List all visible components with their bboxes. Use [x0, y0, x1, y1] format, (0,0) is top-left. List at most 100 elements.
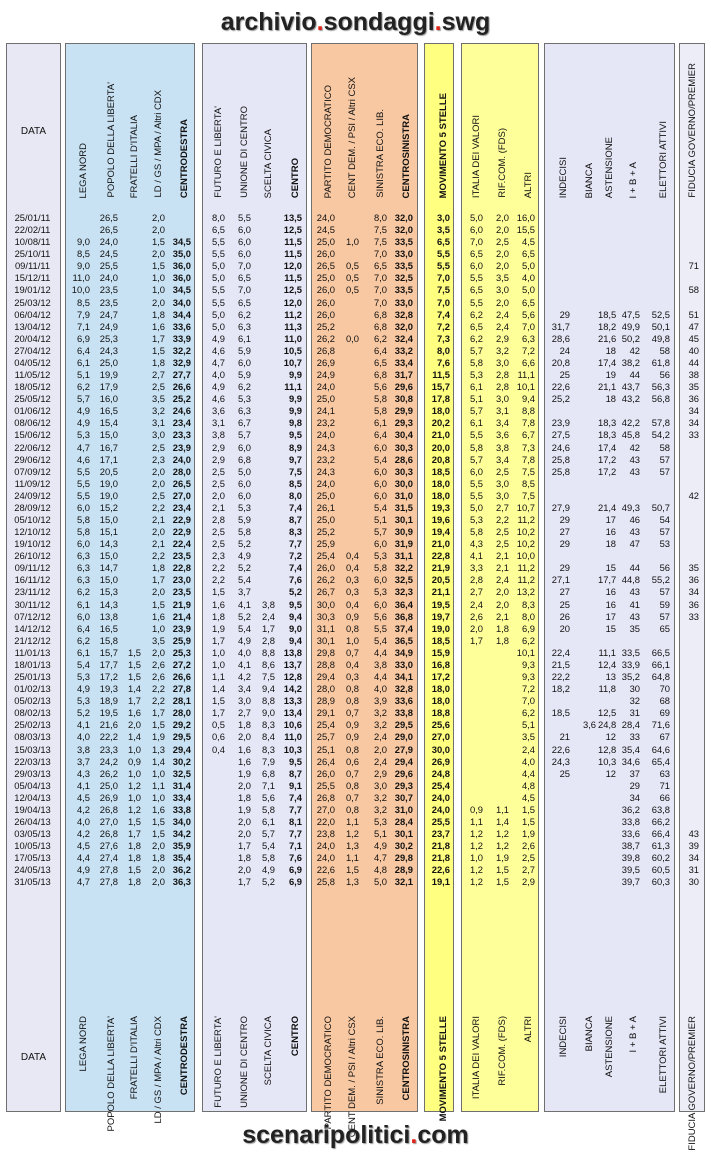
value-cell: 5,4	[237, 574, 251, 586]
column-label: ELETTORI ATTIVI	[658, 1016, 669, 1094]
value-cell: 5,5	[211, 284, 225, 296]
value-cell: 71,6	[651, 719, 670, 731]
value-cell: 24,0	[99, 236, 118, 248]
value-cell	[120, 369, 141, 381]
value-cell: 33,9	[172, 332, 191, 344]
value-cell: 8,0	[211, 212, 225, 223]
value-cell: 4,0	[373, 683, 387, 695]
date-cell: 05/10/12	[14, 514, 51, 525]
value-cell: 17	[605, 610, 616, 622]
value-cell: 38,7	[621, 840, 640, 852]
date-cell: 03/05/13	[14, 828, 51, 840]
value-cell: 6,5	[469, 320, 483, 332]
value-cell: 26,5	[99, 224, 118, 236]
value-cell: 1,2	[495, 840, 509, 852]
value-cell: 5,9	[237, 369, 251, 381]
value-cell: 4,8	[521, 779, 535, 791]
value-cell: 34,0	[172, 296, 191, 308]
column-label: CENTROSINISTRA	[401, 113, 412, 198]
value-cell	[572, 731, 596, 743]
value-cell	[120, 321, 141, 333]
value-cell: 5,5	[211, 236, 225, 248]
value-cell: 9,9	[288, 405, 302, 417]
value-cell: 6,7	[237, 417, 251, 429]
value-cell: 6,4	[76, 344, 90, 356]
value-cell: 5,7	[261, 828, 275, 840]
date-cell: 01/02/13	[14, 683, 51, 695]
value-cell: 7,7	[288, 828, 302, 840]
value-cell: 1,0	[211, 646, 225, 658]
value-cell: 6,2	[469, 332, 483, 344]
value-cell: 0,5	[211, 719, 225, 731]
value-cell: 5,3	[237, 393, 251, 405]
value-cell: 11,1	[598, 646, 616, 658]
value-cell: 9,9	[288, 393, 302, 405]
value-cell: 18	[605, 393, 616, 405]
value-cell	[544, 260, 570, 272]
value-cell	[253, 574, 275, 586]
value-cell: 0,3	[345, 574, 359, 586]
value-cell: 2,0	[151, 526, 165, 538]
table-row: 08/03/13 4,0 22,2 1,4 1,9 29,5 0,6 2,0 8,4 11,0 25…	[6, 731, 705, 743]
value-cell	[598, 284, 616, 296]
value-cell	[618, 248, 640, 260]
header-ast: INDECISI BIANCA ASTENSIONE I + B + A ELETTOR…	[545, 44, 674, 202]
value-cell	[544, 792, 570, 804]
value-cell: 32,2	[172, 344, 191, 356]
value-cell	[253, 466, 275, 478]
value-cell: 42,2	[621, 417, 640, 429]
value-cell: 19,4	[431, 526, 450, 538]
date-cell: 14/12/12	[14, 622, 51, 634]
table-row: 05/04/13 4,1 25,0 1,2 1,1 31,4 2,0 7,1 9,1 25,5 0,…	[6, 780, 705, 792]
value-cell	[485, 707, 509, 719]
value-cell: 1,3	[345, 876, 359, 888]
value-cell: 2,6	[151, 658, 165, 670]
value-cell: 4,9	[211, 332, 225, 344]
date-cell: 05/02/13	[14, 695, 51, 707]
value-cell	[120, 550, 141, 562]
value-cell: 30	[688, 876, 699, 888]
value-cell	[337, 442, 359, 454]
date-cell: 18/05/12	[14, 381, 51, 393]
value-cell: 28,6	[394, 453, 413, 465]
value-cell: 32,0	[394, 224, 413, 236]
date-cell: 21/12/12	[14, 634, 51, 646]
value-cell: 35	[688, 562, 699, 574]
value-cell: 2,4	[495, 308, 509, 320]
value-cell	[572, 466, 596, 478]
date-cell: 10/08/11	[14, 236, 51, 248]
value-cell: 19,0	[99, 477, 118, 489]
value-cell: 45	[688, 332, 699, 344]
value-cell: 25,4	[431, 779, 450, 791]
value-cell: 18,2	[551, 683, 570, 695]
value-cell	[679, 478, 699, 490]
value-cell: 1,6	[151, 320, 165, 332]
value-cell: 2,0	[495, 212, 509, 223]
value-cell: 49,8	[651, 332, 670, 344]
value-cell: 8,3	[288, 526, 302, 538]
value-cell: 21,6	[99, 719, 118, 731]
value-cell	[679, 744, 699, 756]
value-cell: 24,0	[316, 840, 335, 852]
value-cell: 26,5	[316, 260, 335, 272]
value-cell: 3,4	[237, 683, 251, 695]
table-row: 23/11/12 6,2 15,3 2,0 23,5 1,5 3,7 5,2 26,7 0,3 5,…	[6, 586, 705, 598]
value-cell: 32,5	[394, 272, 413, 284]
value-cell	[679, 695, 699, 707]
value-cell: 34,4	[172, 308, 191, 320]
value-cell	[679, 756, 699, 768]
value-cell: 6,0	[469, 465, 483, 477]
value-cell: 0,4	[211, 743, 225, 755]
value-cell: 1,0	[151, 767, 165, 779]
table-row: 25/01/13 5,3 17,2 1,5 2,6 26,6 1,1 4,2 7,5 12,8 29…	[6, 671, 705, 683]
value-cell: 0,4	[345, 550, 359, 562]
value-cell	[572, 671, 596, 683]
value-cell: 26,9	[316, 356, 335, 368]
value-cell: 17	[605, 514, 616, 525]
value-cell: 2,9	[211, 441, 225, 453]
value-cell: 5,2	[237, 562, 251, 574]
value-cell: 4,6	[211, 344, 225, 356]
value-cell: 12	[605, 731, 616, 743]
archive-title-part1: archivio	[220, 8, 317, 36]
value-cell: 7,3	[436, 332, 450, 344]
